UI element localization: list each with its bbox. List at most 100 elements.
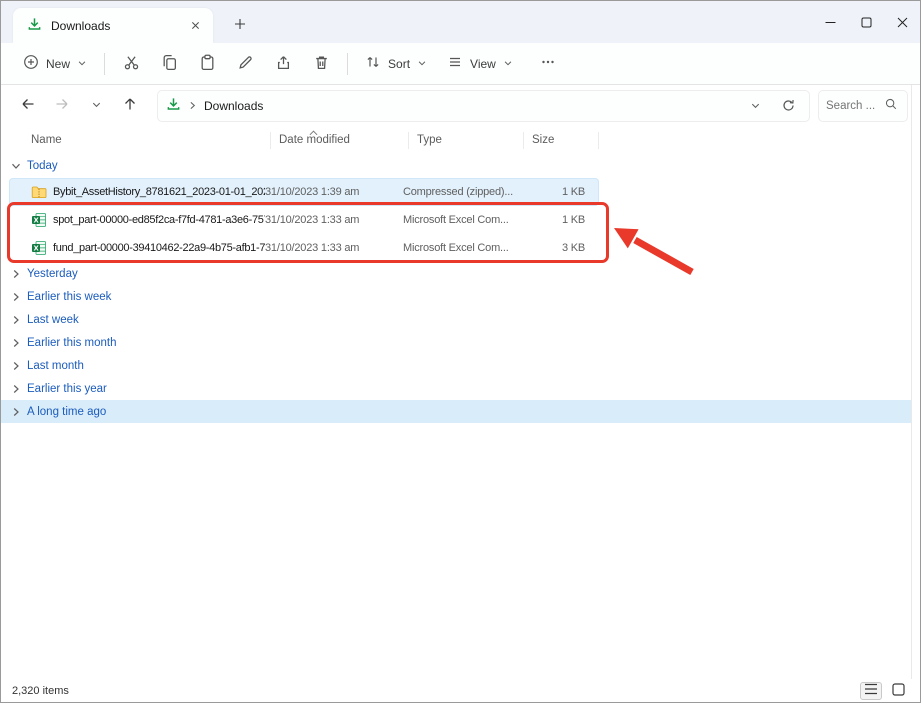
group-header-last-week[interactable]: Last week xyxy=(1,308,911,331)
chevron-down-icon[interactable] xyxy=(11,161,21,171)
toolbar-divider xyxy=(104,53,105,75)
maximize-button[interactable] xyxy=(848,1,884,43)
status-bar: 2,320 items xyxy=(1,679,920,702)
share-button[interactable] xyxy=(264,48,302,80)
arrow-left-icon xyxy=(20,96,36,115)
toolbar-divider xyxy=(347,53,348,75)
scissors-icon xyxy=(123,54,140,74)
chevron-right-icon[interactable] xyxy=(11,269,21,279)
file-explorer-window: Downloads New xyxy=(0,0,921,703)
titlebar: Downloads xyxy=(1,1,920,43)
sort-button[interactable]: Sort xyxy=(355,47,437,80)
chevron-down-icon xyxy=(417,57,427,71)
search-box[interactable] xyxy=(818,90,908,122)
chevron-right-icon[interactable] xyxy=(11,338,21,348)
file-name: fund_part-00000-39410462-22a9-4b75-afb1-… xyxy=(47,242,265,254)
file-name: spot_part-00000-ed85f2ca-f7fd-4781-a3e6-… xyxy=(47,214,265,226)
paste-icon xyxy=(199,54,216,74)
column-header-name[interactable]: Name xyxy=(31,132,271,149)
rename-button[interactable] xyxy=(226,48,264,80)
group-header-today[interactable]: Today xyxy=(1,154,911,178)
close-button[interactable] xyxy=(884,1,920,43)
tab-title: Downloads xyxy=(51,19,176,33)
sort-button-label: Sort xyxy=(388,57,410,71)
group-header-earlier-this-month[interactable]: Earlier this month xyxy=(1,331,911,354)
back-button[interactable] xyxy=(13,91,43,121)
new-button[interactable]: New xyxy=(13,47,97,80)
chevron-right-icon[interactable] xyxy=(11,384,21,394)
file-size: 3 KB xyxy=(518,242,593,254)
file-size: 1 KB xyxy=(518,214,593,226)
more-options-button[interactable] xyxy=(531,48,565,80)
group-label: Earlier this year xyxy=(27,383,107,395)
window-controls xyxy=(812,1,920,43)
new-tab-button[interactable] xyxy=(227,11,253,37)
trash-icon xyxy=(313,54,330,74)
explorer-tab-downloads[interactable]: Downloads xyxy=(13,8,213,43)
copy-button[interactable] xyxy=(150,48,188,80)
chevron-down-icon xyxy=(503,57,513,71)
refresh-button[interactable] xyxy=(775,93,801,119)
tab-close-icon[interactable] xyxy=(185,16,205,36)
file-row[interactable]: Bybit_AssetHistory_8781621_2023-01-01_20… xyxy=(9,178,599,206)
cut-button[interactable] xyxy=(112,48,150,80)
file-type: Compressed (zipped)... xyxy=(403,186,518,198)
address-bar[interactable]: Downloads xyxy=(157,90,810,122)
group-label: Yesterday xyxy=(27,268,78,280)
downloads-icon xyxy=(166,97,181,115)
file-row[interactable]: Xspot_part-00000-ed85f2ca-f7fd-4781-a3e6… xyxy=(9,206,599,234)
command-toolbar: New Sort View xyxy=(1,43,920,85)
view-button-label: View xyxy=(470,57,496,71)
downloads-icon xyxy=(27,17,42,35)
chevron-down-icon xyxy=(77,57,87,71)
rename-pencil-icon xyxy=(237,54,254,74)
column-header-type[interactable]: Type xyxy=(409,132,524,149)
vertical-scrollbar[interactable] xyxy=(911,85,920,679)
address-dropdown-button[interactable] xyxy=(742,93,768,119)
minimize-button[interactable] xyxy=(812,1,848,43)
file-row[interactable]: Xfund_part-00000-39410462-22a9-4b75-afb1… xyxy=(9,234,599,262)
column-header-date-modified[interactable]: Date modified xyxy=(271,132,409,149)
delete-button[interactable] xyxy=(302,48,340,80)
file-type: Microsoft Excel Com... xyxy=(403,214,518,226)
column-header-size[interactable]: Size xyxy=(524,132,599,149)
file-date-modified: 31/10/2023 1:39 am xyxy=(265,186,403,198)
group-header-yesterday[interactable]: Yesterday xyxy=(1,262,911,285)
excel-file-icon: X xyxy=(31,212,47,228)
thumbnail-view-icon xyxy=(892,683,905,699)
details-view-button[interactable] xyxy=(860,682,882,700)
view-list-icon xyxy=(447,54,463,73)
paste-button[interactable] xyxy=(188,48,226,80)
chevron-right-icon[interactable] xyxy=(11,292,21,302)
group-header-a-long-time-ago[interactable]: A long time ago xyxy=(1,400,911,423)
breadcrumb-downloads[interactable]: Downloads xyxy=(204,99,263,113)
group-label: Last week xyxy=(27,314,79,326)
view-button[interactable]: View xyxy=(437,47,523,80)
forward-button[interactable] xyxy=(47,91,77,121)
file-type: Microsoft Excel Com... xyxy=(403,242,518,254)
up-button[interactable] xyxy=(115,91,145,121)
group-label: Today xyxy=(27,160,58,172)
group-header-earlier-this-week[interactable]: Earlier this week xyxy=(1,285,911,308)
group-header-last-month[interactable]: Last month xyxy=(1,354,911,377)
group-label: Earlier this month xyxy=(27,337,116,349)
arrow-up-icon xyxy=(122,96,138,115)
arrow-right-icon xyxy=(54,96,70,115)
thumbnail-view-button[interactable] xyxy=(887,682,909,700)
group-label: Last month xyxy=(27,360,84,372)
group-label: A long time ago xyxy=(27,406,106,418)
chevron-right-icon[interactable] xyxy=(11,361,21,371)
chevron-right-icon[interactable] xyxy=(11,407,21,417)
details-view-icon xyxy=(864,683,878,698)
excel-file-icon: X xyxy=(31,240,47,256)
navigation-bar: Downloads xyxy=(1,85,920,126)
search-input[interactable] xyxy=(826,100,884,112)
sort-ascending-icon xyxy=(309,127,318,139)
column-label: Type xyxy=(417,134,442,146)
group-header-earlier-this-year[interactable]: Earlier this year xyxy=(1,377,911,400)
search-icon xyxy=(884,97,898,114)
plus-circle-icon xyxy=(23,54,39,73)
file-date-modified: 31/10/2023 1:33 am xyxy=(265,214,403,226)
chevron-right-icon[interactable] xyxy=(11,315,21,325)
recent-locations-button[interactable] xyxy=(81,91,111,121)
